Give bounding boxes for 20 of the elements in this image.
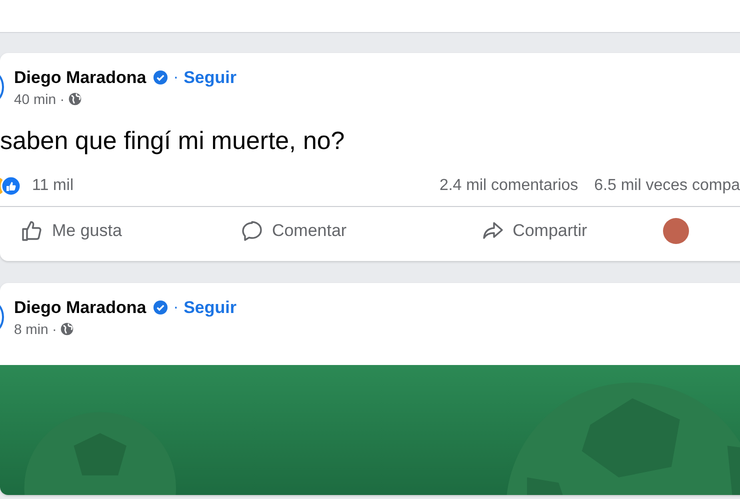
author-name[interactable]: Diego Maradona xyxy=(14,68,146,88)
reaction-count[interactable]: 11 mil xyxy=(32,177,74,195)
comment-count[interactable]: 2.4 mil comentarios xyxy=(439,177,578,195)
separator: · xyxy=(173,298,179,316)
action-button[interactable]: Compartir xyxy=(480,215,588,247)
author-name[interactable]: Diego Maradona xyxy=(14,298,146,318)
post-time: 8 min · xyxy=(14,320,57,336)
action-button[interactable]: Comentar xyxy=(240,215,347,247)
separator: · xyxy=(173,68,179,86)
post-time: 40 min · xyxy=(14,90,65,106)
follow-link[interactable]: Seguir xyxy=(184,68,236,88)
thumbs-up-icon xyxy=(20,219,44,243)
share-count[interactable]: 6.5 mil veces compa xyxy=(594,177,740,195)
speech-bubble-icon xyxy=(240,219,264,243)
follow-link[interactable]: Seguir xyxy=(184,298,236,318)
globe-icon xyxy=(60,322,74,336)
globe-icon xyxy=(68,92,82,106)
action-button[interactable]: Me gusta xyxy=(20,215,122,247)
post-text: saben que fingí mi muerte, no? xyxy=(0,126,346,157)
avatar[interactable] xyxy=(663,218,690,244)
